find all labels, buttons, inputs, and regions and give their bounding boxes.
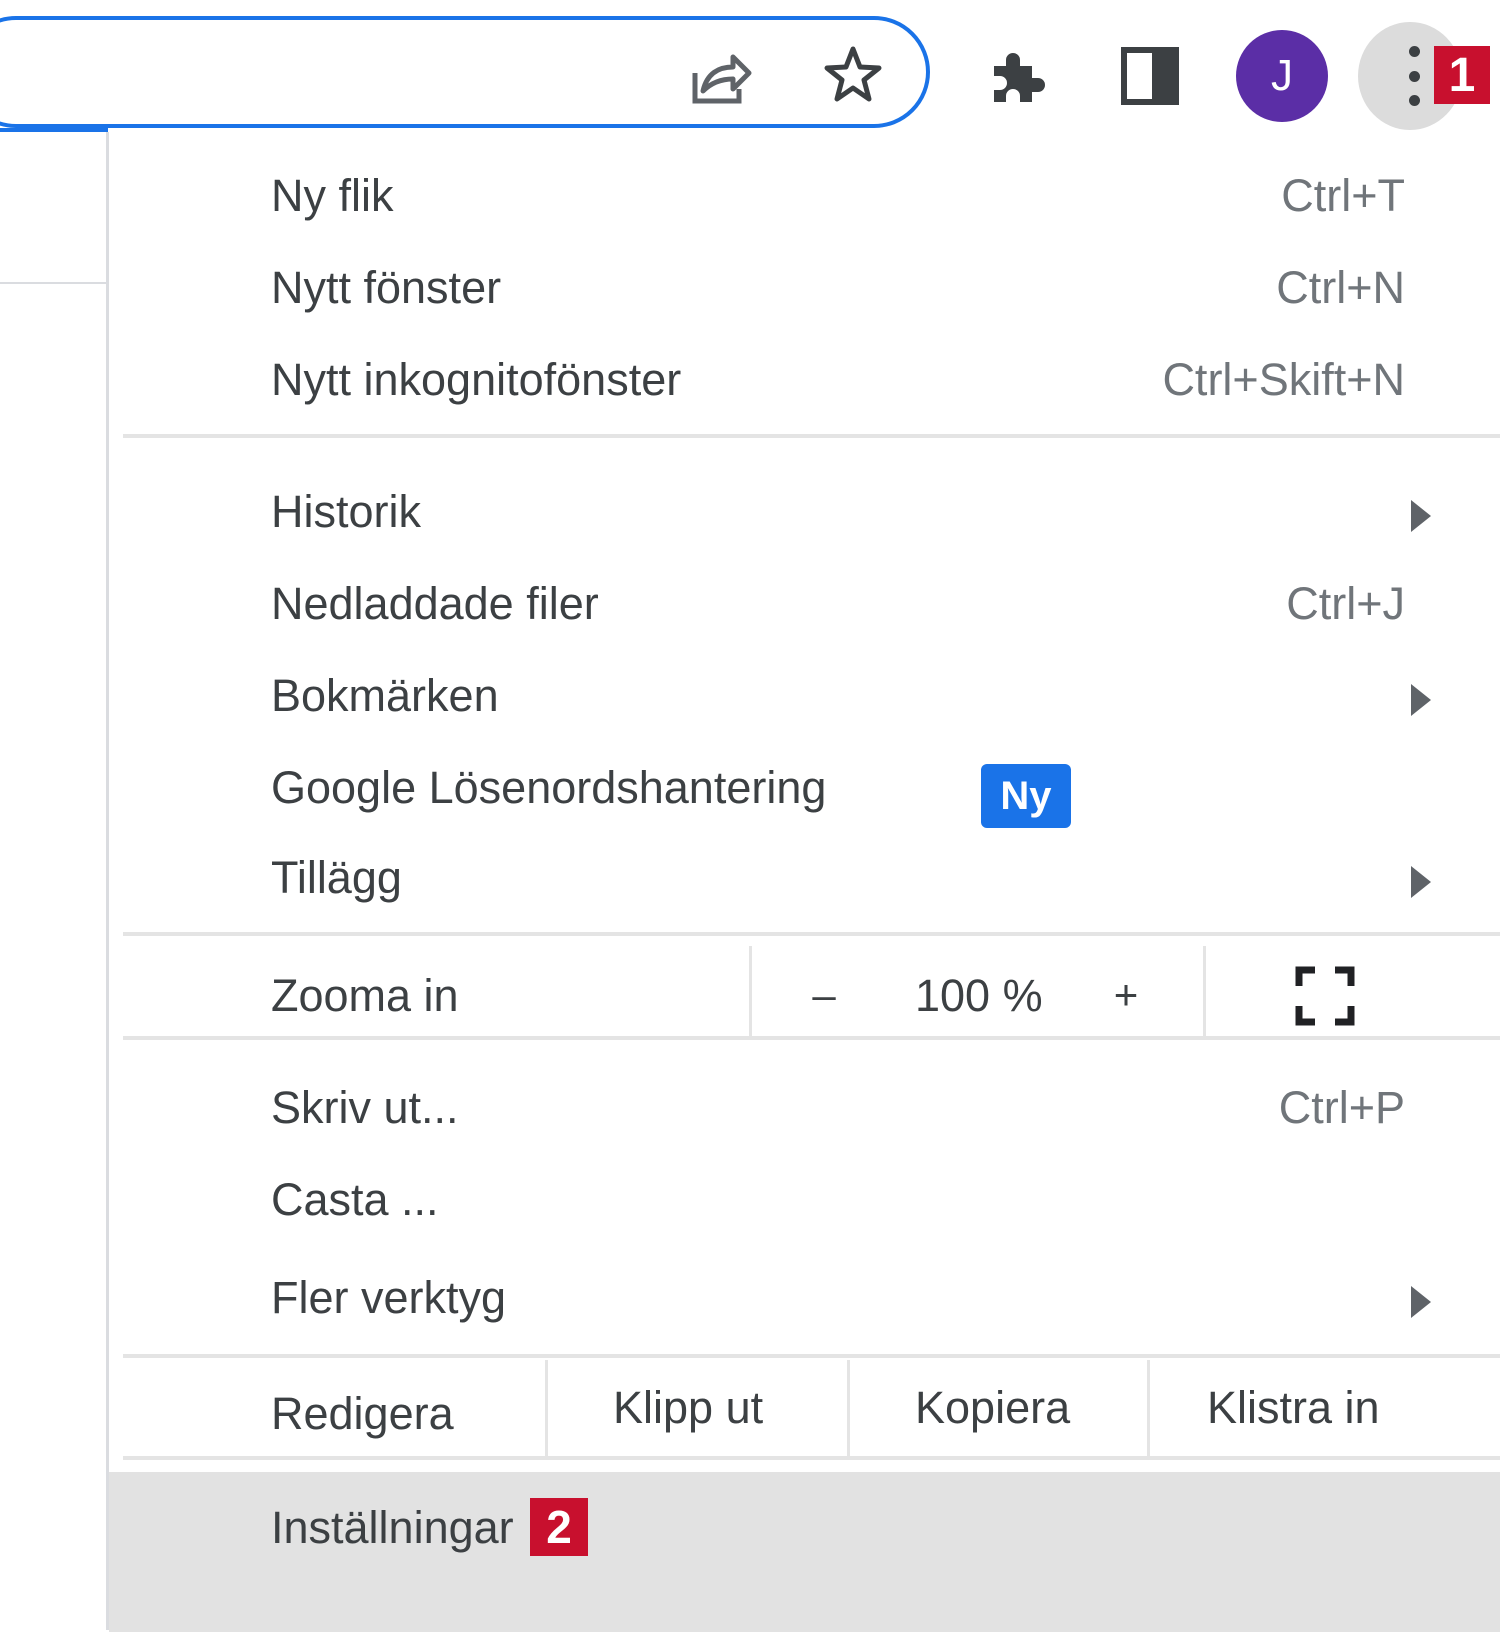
menu-separator bbox=[123, 1456, 1500, 1460]
menu-item-new-window[interactable]: Nytt fönster Ctrl+N bbox=[109, 248, 1500, 338]
avatar-initial: J bbox=[1271, 51, 1293, 100]
edit-divider bbox=[847, 1360, 850, 1456]
cut-button[interactable]: Klipp ut bbox=[613, 1382, 763, 1434]
submenu-arrow-icon bbox=[1411, 1286, 1431, 1318]
submenu-arrow-icon bbox=[1411, 866, 1431, 898]
zoom-in-button[interactable]: + bbox=[1091, 960, 1161, 1030]
menu-separator bbox=[123, 1354, 1500, 1358]
step-1-annotation: 1 bbox=[1434, 46, 1490, 104]
menu-item-label: Tillägg bbox=[271, 852, 402, 903]
menu-item-label: Bokmärken bbox=[271, 670, 499, 721]
menu-item-label: Nytt fönster bbox=[271, 262, 502, 313]
more-vert-icon[interactable] bbox=[1408, 46, 1420, 106]
edit-divider bbox=[545, 1360, 548, 1456]
zoom-level: 100 % bbox=[915, 970, 1043, 1021]
zoom-divider bbox=[1203, 946, 1206, 1038]
zoom-out-button[interactable]: – bbox=[789, 960, 859, 1030]
page-divider bbox=[0, 282, 106, 284]
menu-item-shortcut: Ctrl+T bbox=[1281, 170, 1405, 221]
menu-item-password-manager[interactable]: Google Lösenordshantering Ny bbox=[109, 748, 1500, 838]
menu-item-extensions[interactable]: Tillägg bbox=[109, 838, 1500, 928]
side-panel-icon[interactable] bbox=[1118, 44, 1182, 108]
menu-item-shortcut: Ctrl+N bbox=[1276, 262, 1405, 313]
page-content-edge bbox=[0, 132, 106, 1630]
menu-item-label: Historik bbox=[271, 486, 422, 537]
zoom-row: Zooma in – 100 % + bbox=[109, 940, 1500, 1050]
edit-label: Redigera bbox=[271, 1388, 454, 1439]
submenu-arrow-icon bbox=[1411, 684, 1431, 716]
menu-item-label: Ny flik bbox=[271, 170, 394, 221]
menu-item-settings[interactable]: Inställningar bbox=[109, 1472, 1500, 1632]
menu-item-more-tools[interactable]: Fler verktyg bbox=[109, 1258, 1500, 1348]
menu-item-shortcut: Ctrl+Skift+N bbox=[1162, 354, 1405, 405]
menu-item-shortcut: Ctrl+P bbox=[1278, 1082, 1405, 1133]
menu-item-shortcut: Ctrl+J bbox=[1286, 578, 1405, 629]
chrome-main-menu: Ny flik Ctrl+T Nytt fönster Ctrl+N Nytt … bbox=[106, 132, 1500, 1632]
menu-item-label: Fler verktyg bbox=[271, 1272, 507, 1323]
paste-button[interactable]: Klistra in bbox=[1207, 1382, 1380, 1434]
menu-item-label: Inställningar bbox=[271, 1502, 514, 1553]
zoom-label: Zooma in bbox=[271, 970, 459, 1021]
menu-item-label: Nedladdade filer bbox=[271, 578, 599, 629]
menu-item-history[interactable]: Historik bbox=[109, 472, 1500, 562]
share-icon[interactable] bbox=[686, 42, 756, 112]
menu-item-label: Google Lösenordshantering bbox=[271, 762, 827, 813]
menu-separator bbox=[123, 1036, 1500, 1040]
bookmark-star-icon[interactable] bbox=[818, 40, 888, 110]
menu-item-new-tab[interactable]: Ny flik Ctrl+T bbox=[109, 156, 1500, 246]
new-badge: Ny bbox=[981, 764, 1071, 828]
submenu-arrow-icon bbox=[1411, 500, 1431, 532]
extensions-puzzle-icon[interactable] bbox=[982, 42, 1052, 112]
menu-item-label: Skriv ut... bbox=[271, 1082, 459, 1133]
step-2-annotation: 2 bbox=[530, 1498, 588, 1556]
menu-item-print[interactable]: Skriv ut... Ctrl+P bbox=[109, 1068, 1500, 1158]
zoom-divider bbox=[749, 946, 752, 1038]
menu-item-label: Nytt inkognitofönster bbox=[271, 354, 682, 405]
address-bar[interactable] bbox=[0, 16, 930, 128]
edit-divider bbox=[1147, 1360, 1150, 1456]
menu-item-label: Casta ... bbox=[271, 1174, 439, 1225]
menu-separator bbox=[123, 434, 1500, 438]
menu-item-downloads[interactable]: Nedladdade filer Ctrl+J bbox=[109, 564, 1500, 654]
edit-row: Redigera Klipp ut Kopiera Klistra in bbox=[109, 1360, 1500, 1460]
copy-button[interactable]: Kopiera bbox=[915, 1382, 1070, 1434]
menu-item-cast[interactable]: Casta ... bbox=[109, 1160, 1500, 1250]
profile-avatar[interactable]: J bbox=[1236, 30, 1328, 122]
fullscreen-icon[interactable] bbox=[1295, 966, 1355, 1026]
menu-item-bookmarks[interactable]: Bokmärken bbox=[109, 656, 1500, 746]
browser-toolbar: J 1 bbox=[0, 0, 1500, 132]
menu-item-incognito-window[interactable]: Nytt inkognitofönster Ctrl+Skift+N bbox=[109, 340, 1500, 430]
menu-separator bbox=[123, 932, 1500, 936]
